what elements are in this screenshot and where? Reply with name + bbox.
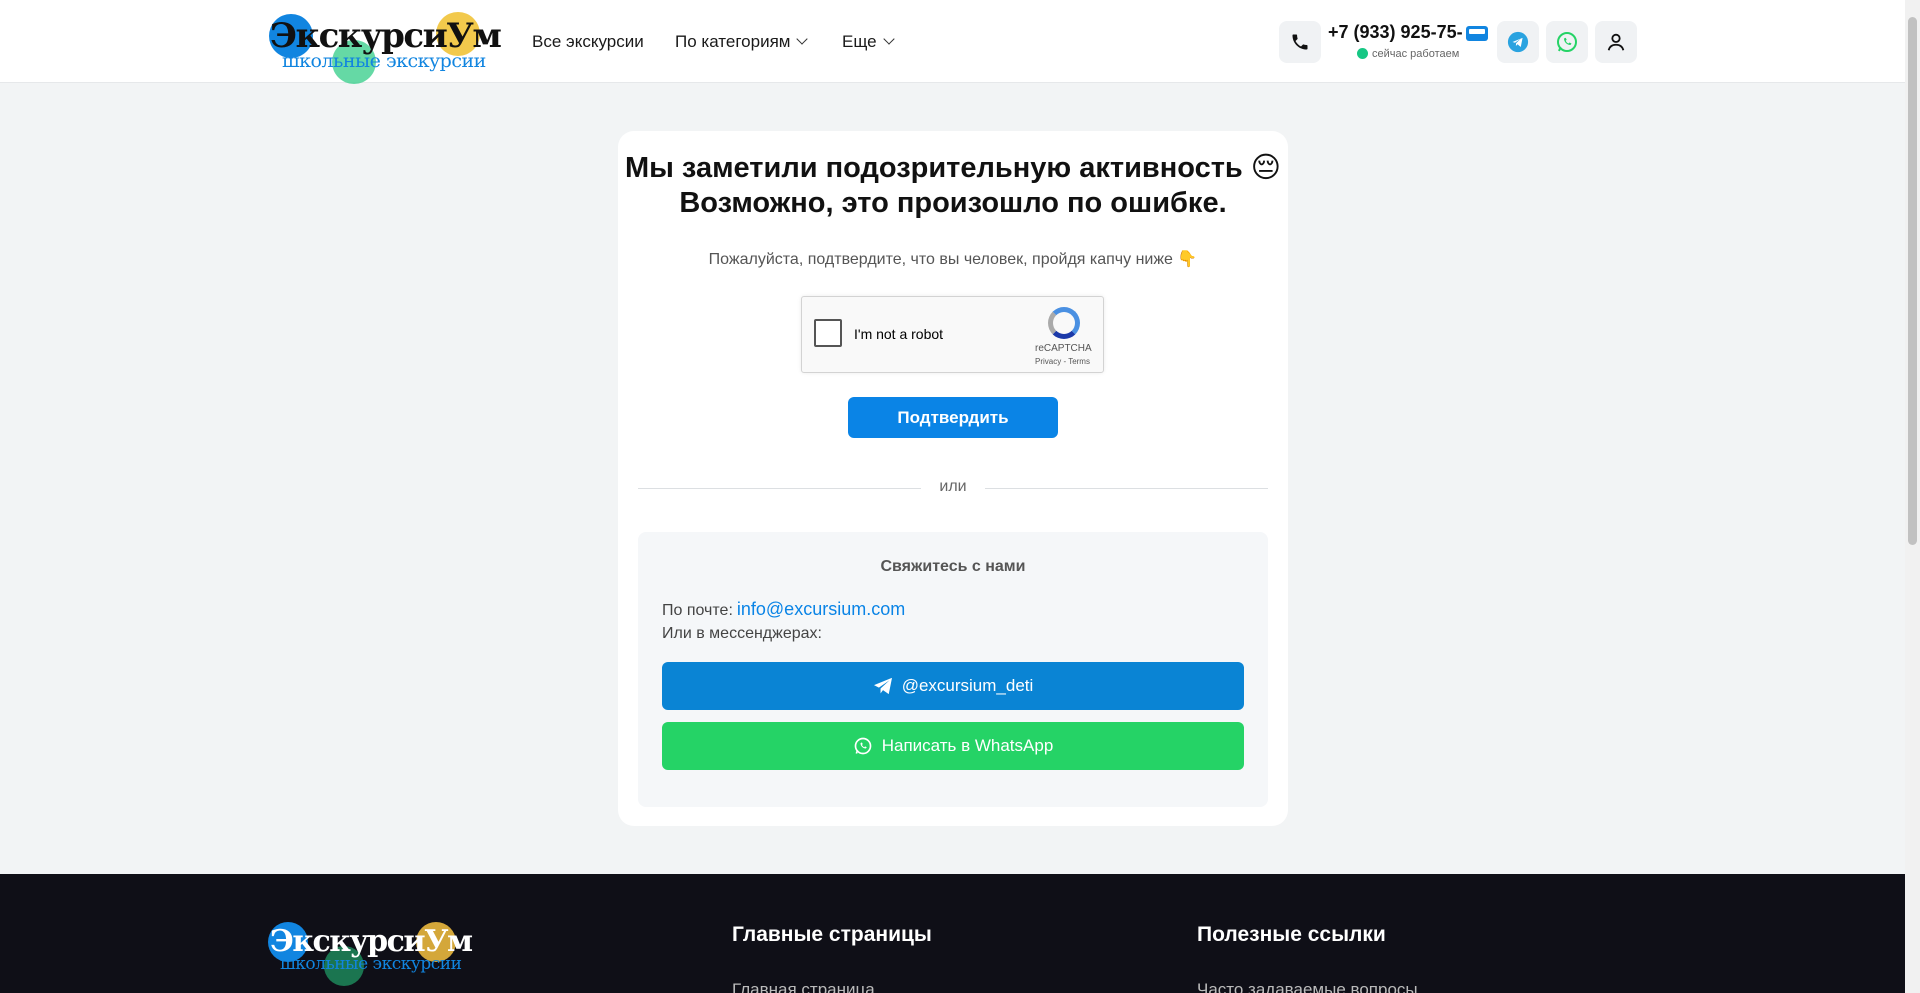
telegram-icon [1507, 31, 1529, 53]
user-icon [1607, 33, 1625, 51]
contact-box: Свяжитесь с нами По почте: info@excursium… [638, 532, 1268, 807]
page-title: Мы заметили подозрительную активность 😔 … [618, 151, 1288, 221]
email-link[interactable]: info@excursium.com [737, 599, 905, 619]
captcha-instructions: Пожалуйста, подтвердите, что вы человек,… [708, 251, 1198, 268]
messengers-label: Или в мессенджерах: [662, 625, 822, 642]
nav-more[interactable]: Еще [842, 32, 895, 52]
recaptcha-widget: I'm not a robot reCAPTCHA Privacy - Term… [801, 296, 1104, 373]
footer-link-faq[interactable]: Часто задаваемые вопросы [1197, 980, 1418, 993]
footer-main-pages-heading: Главные страницы [732, 923, 932, 946]
recaptcha-brand: reCAPTCHA [1035, 343, 1092, 354]
footer-useful-links-heading: Полезные ссылки [1197, 923, 1386, 946]
site-header: ЭкскурсиУм школьные экскурсии Все экскур… [0, 0, 1905, 84]
nav-all-excursions[interactable]: Все экскурсии [532, 32, 644, 52]
status-dot [1357, 48, 1368, 59]
phone-button[interactable] [1279, 21, 1321, 63]
bus-icon [1466, 26, 1488, 41]
title-line-2: Возможно, это произошло по ошибке. [679, 187, 1227, 219]
nav-categories[interactable]: По категориям [675, 32, 809, 52]
telegram-plane-icon [873, 677, 892, 695]
page-scrollbar[interactable] [1905, 0, 1920, 993]
whatsapp-header-button[interactable] [1546, 21, 1588, 63]
footer-logo[interactable]: ЭкскурсиУм школьные экскурсии [268, 922, 478, 992]
title-line-1: Мы заметили подозрительную активность 😔 [624, 152, 1282, 184]
recaptcha-checkbox[interactable] [814, 319, 842, 347]
confirm-button[interactable]: Подтвердить [848, 397, 1058, 438]
recaptcha-label: I'm not a robot [854, 326, 944, 342]
whatsapp-button-label: Написать в WhatsApp [881, 736, 1054, 755]
logo-subtext: школьные экскурсии [282, 50, 486, 72]
whatsapp-icon [1557, 32, 1577, 52]
captcha-card: Мы заметили подозрительную активность 😔 … [618, 131, 1288, 826]
scrollbar-thumb[interactable] [1908, 17, 1917, 545]
contact-title: Свяжитесь с нами [880, 558, 1026, 575]
account-button[interactable] [1595, 21, 1637, 63]
nav-more-label: Еще [842, 32, 877, 51]
phone-icon [1292, 34, 1308, 50]
work-status: сейчас работаем [1357, 48, 1459, 60]
mail-prefix: По почте: [662, 602, 733, 619]
footer-logo-subtext: школьные экскурсии [280, 954, 462, 974]
site-footer: ЭкскурсиУм школьные экскурсии Главные ст… [0, 874, 1905, 993]
or-label: или [921, 478, 985, 496]
whatsapp-button[interactable]: Написать в WhatsApp [662, 722, 1244, 770]
telegram-button[interactable]: @excursium_deti [662, 662, 1244, 710]
chevron-down-icon [882, 33, 895, 45]
mail-row: По почте: info@excursium.com [662, 599, 905, 620]
whatsapp-icon [854, 737, 872, 755]
recaptcha-logo-icon [1048, 307, 1080, 339]
phone-number[interactable]: +7 (933) 925-75- [1328, 22, 1463, 43]
site-logo[interactable]: ЭкскурсиУм школьные экскурсии [268, 10, 504, 84]
recaptcha-privacy-terms[interactable]: Privacy - Terms [1035, 357, 1090, 366]
telegram-button-label: @excursium_deti [901, 676, 1034, 695]
chevron-down-icon [796, 33, 809, 45]
telegram-header-button[interactable] [1497, 21, 1539, 63]
footer-link-home[interactable]: Главная страница [732, 980, 875, 993]
nav-categories-label: По категориям [675, 32, 791, 51]
status-text: сейчас работаем [1372, 48, 1460, 60]
